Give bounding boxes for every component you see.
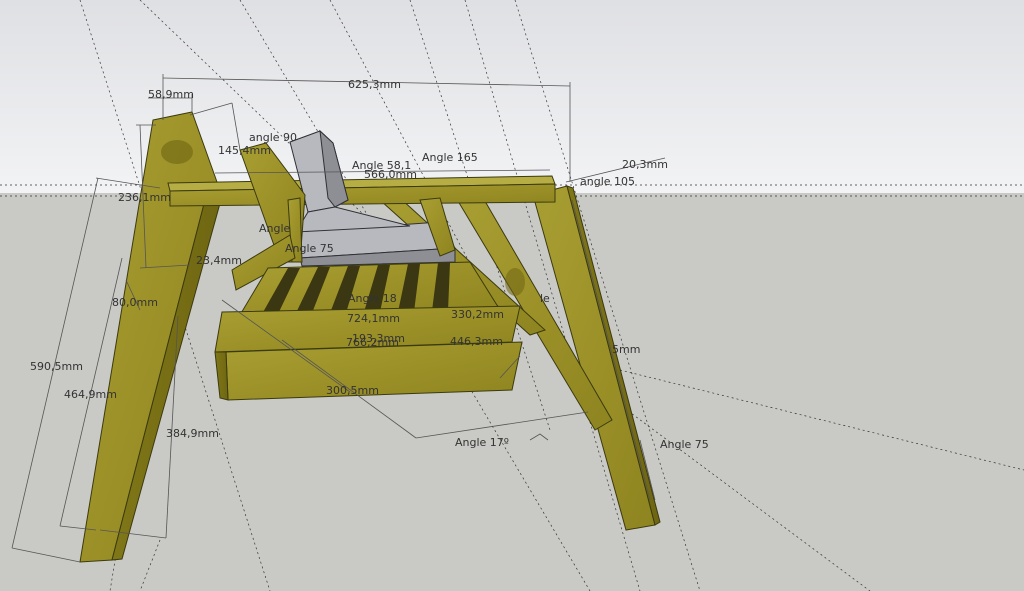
- dim-590: 590,5mm: [30, 360, 83, 373]
- model-viewport[interactable]: 625,3mm 58,9mm 145,4mm 566,0mm 20,3mm 23…: [0, 0, 1024, 591]
- dim-5: 5mm: [612, 343, 640, 356]
- dim-464: 464,9mm: [64, 388, 117, 401]
- dim-80: 80,0mm: [112, 296, 158, 309]
- dim-384: 384,9mm: [166, 427, 219, 440]
- dim-20: 20,3mm: [622, 158, 668, 171]
- dim-446: 446,3mm: [450, 335, 503, 348]
- dim-236: 236,1mm: [118, 191, 171, 204]
- dim-300: 300,5mm: [326, 384, 379, 397]
- angle-17: Angle 17º: [455, 436, 509, 449]
- angle-le: le: [540, 292, 550, 305]
- dim-23: 23,4mm: [196, 254, 242, 267]
- dim-58: 58,9mm: [148, 88, 194, 101]
- angle-18: Angle 18: [348, 292, 397, 305]
- dim-145: 145,4mm: [218, 144, 271, 157]
- angle-75-bottom: Angle 75: [660, 438, 709, 451]
- angle-58: Angle 58,1: [352, 159, 411, 172]
- angle-165: Angle 165: [422, 151, 478, 164]
- angle-90: angle 90: [249, 131, 297, 144]
- angle-partial: Angle: [259, 222, 291, 235]
- dim-625: 625,3mm: [348, 78, 401, 91]
- dim-330: 330,2mm: [451, 308, 504, 321]
- dim-766: 766,2mm: [346, 336, 399, 349]
- angle-75-top: Angle 75: [285, 242, 334, 255]
- dim-724: 724,1mm: [347, 312, 400, 325]
- angle-105: angle 105: [580, 175, 635, 188]
